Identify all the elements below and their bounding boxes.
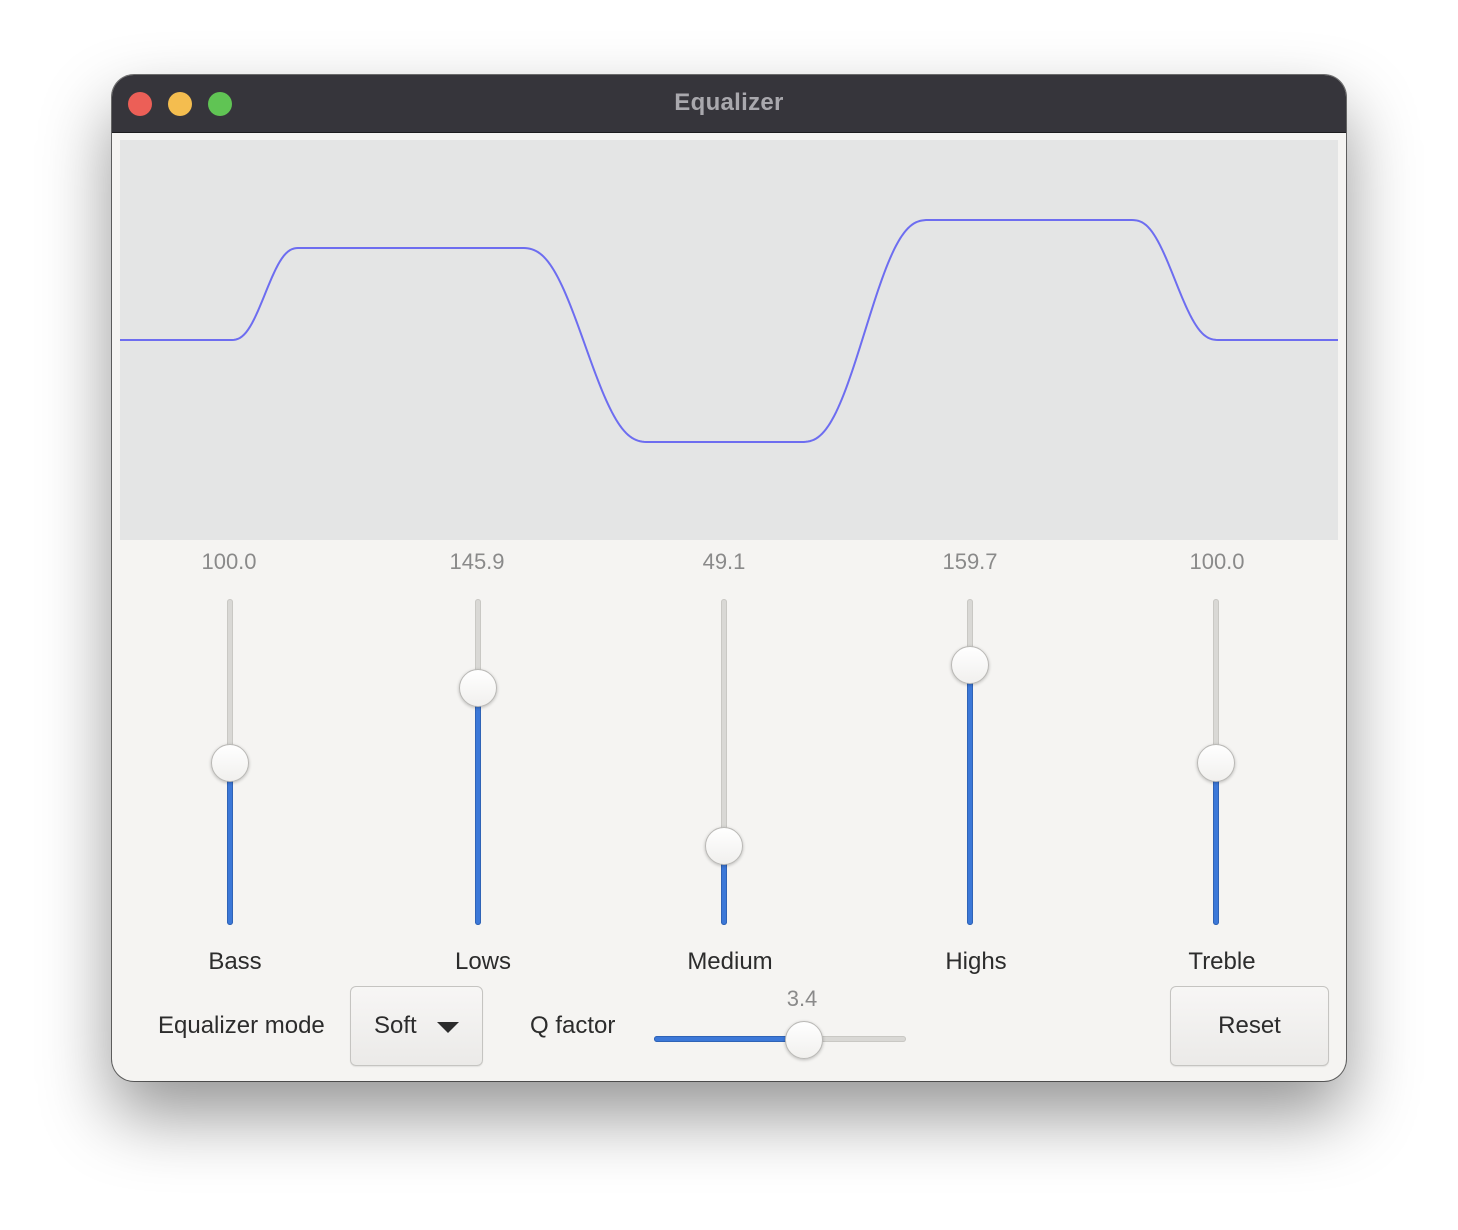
window-title: Equalizer: [674, 89, 784, 116]
q-factor-label: Q factor: [530, 1012, 616, 1039]
q-factor-slider[interactable]: [654, 1020, 908, 1060]
bass-value: 100.0: [201, 549, 257, 574]
bass-label: Bass: [208, 948, 262, 975]
medium-label: Medium: [687, 948, 773, 975]
equalizer-mode-label: Equalizer mode: [158, 1012, 325, 1039]
treble-value: 100.0: [1189, 549, 1245, 574]
lows-slider-fill: [475, 687, 481, 925]
treble-label: Treble: [1188, 948, 1256, 975]
q-factor-slider-fill: [654, 1036, 803, 1042]
treble-slider[interactable]: [1196, 599, 1236, 929]
response-curve: [120, 219, 1338, 443]
lows-slider[interactable]: [458, 599, 498, 929]
equalizer-window: Equalizer 100.0 Bass 145.9 Lows 49.1 Med…: [112, 75, 1346, 1081]
medium-slider[interactable]: [704, 599, 744, 929]
highs-label: Highs: [945, 948, 1007, 975]
bass-slider-fill: [227, 762, 233, 925]
equalizer-mode-value: Soft: [374, 1012, 417, 1039]
highs-slider[interactable]: [950, 599, 990, 929]
title-bar[interactable]: Equalizer: [112, 75, 1346, 133]
lows-slider-knob[interactable]: [459, 669, 497, 708]
q-factor-slider-knob[interactable]: [784, 1021, 823, 1059]
highs-value: 159.7: [942, 549, 998, 574]
highs-slider-knob[interactable]: [951, 646, 989, 685]
frequency-response-graph: [120, 140, 1338, 540]
q-factor-value: 3.4: [786, 986, 818, 1011]
medium-value: 49.1: [702, 549, 746, 574]
treble-slider-fill: [1213, 762, 1219, 925]
bass-slider[interactable]: [210, 599, 250, 929]
equalizer-mode-dropdown[interactable]: Soft: [350, 986, 483, 1066]
response-curve-svg: [120, 219, 1338, 443]
lows-value: 145.9: [449, 549, 505, 574]
highs-slider-fill: [967, 664, 973, 925]
dropdown-arrow-icon: [437, 1022, 459, 1033]
lows-label: Lows: [454, 948, 512, 975]
treble-slider-knob[interactable]: [1197, 744, 1235, 782]
bass-slider-knob[interactable]: [211, 744, 249, 782]
medium-slider-knob[interactable]: [705, 827, 743, 866]
reset-button[interactable]: Reset: [1170, 986, 1329, 1066]
